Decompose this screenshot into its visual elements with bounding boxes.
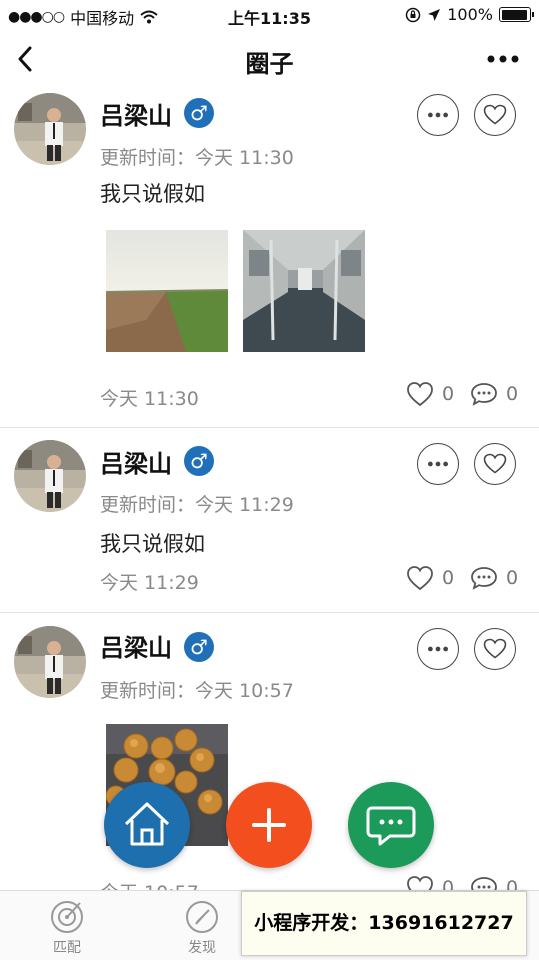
comment-count: 0 [506,567,519,589]
battery-percent: 100% [447,5,493,24]
divider [0,427,539,428]
like-stat[interactable]: 0 [406,381,454,407]
comment-count: 0 [506,383,519,405]
author-name[interactable]: 吕梁山 [100,628,172,663]
author-name[interactable]: 吕梁山 [100,96,172,131]
tab-label: 匹配 [53,940,81,956]
post-image-field[interactable] [106,230,228,352]
post-card[interactable]: 吕梁山 ♂ 更新时间：今天 11:30 我只说假如 今天 11:30 0 0 [0,88,539,428]
location-arrow-icon [428,8,441,21]
post-more-button[interactable] [417,628,459,670]
author-name[interactable]: 吕梁山 [100,444,172,479]
favorite-button[interactable] [474,443,516,485]
compass-icon [186,901,218,933]
navbar: 圈子 [0,30,539,88]
post-time: 今天 11:29 [100,572,199,594]
post-more-button[interactable] [417,94,459,136]
more-options-icon[interactable] [483,44,523,74]
heart-icon[interactable] [406,565,434,591]
post-text: 我只说假如 [100,532,205,556]
post-more-button[interactable] [417,443,459,485]
status-bar: ●●●○○ 中国移动 上午11:35 100% [0,0,539,30]
comment-stat[interactable]: 0 [470,565,518,591]
comment-stat[interactable]: 0 [470,381,518,407]
like-stat[interactable]: 0 [406,565,454,591]
like-count: 0 [442,567,455,589]
updated-time: 更新时间：今天 11:29 [100,494,294,516]
tab-label: 发现 [188,940,216,956]
plus-icon [252,808,286,842]
home-icon [124,802,170,846]
avatar[interactable] [14,626,86,698]
tab-discover[interactable]: 发现 [162,897,242,957]
radar-icon [51,901,83,933]
avatar[interactable] [14,440,86,512]
add-post-fab-button[interactable] [226,782,312,868]
divider [0,612,539,613]
comment-icon[interactable] [470,381,498,407]
post-time: 今天 11:30 [100,388,199,410]
chat-bubble-icon [366,806,416,846]
updated-time: 更新时间：今天 10:57 [100,680,294,702]
gender-badge: ♂ [184,446,214,476]
gender-badge: ♂ [184,632,214,662]
contact-banner: 小程序开发：13691612727 [241,891,527,956]
gender-badge: ♂ [184,98,214,128]
like-count: 0 [442,383,455,405]
page-title: 圈子 [245,50,294,78]
chat-fab-button[interactable] [348,782,434,868]
comment-icon[interactable] [470,565,498,591]
home-fab-button[interactable] [104,782,190,868]
avatar[interactable] [14,93,86,165]
rotation-lock-icon [406,7,421,22]
favorite-button[interactable] [474,628,516,670]
battery-icon [499,7,534,22]
post-image-subway[interactable] [243,230,365,352]
favorite-button[interactable] [474,94,516,136]
status-right: 100% [405,5,534,24]
updated-time: 更新时间：今天 11:30 [100,147,294,169]
tab-match[interactable]: 匹配 [27,897,107,957]
post-card[interactable]: 吕梁山 ♂ 更新时间：今天 11:29 我只说假如 今天 11:29 0 0 [0,432,539,612]
post-text: 我只说假如 [100,182,205,206]
heart-icon[interactable] [406,381,434,407]
